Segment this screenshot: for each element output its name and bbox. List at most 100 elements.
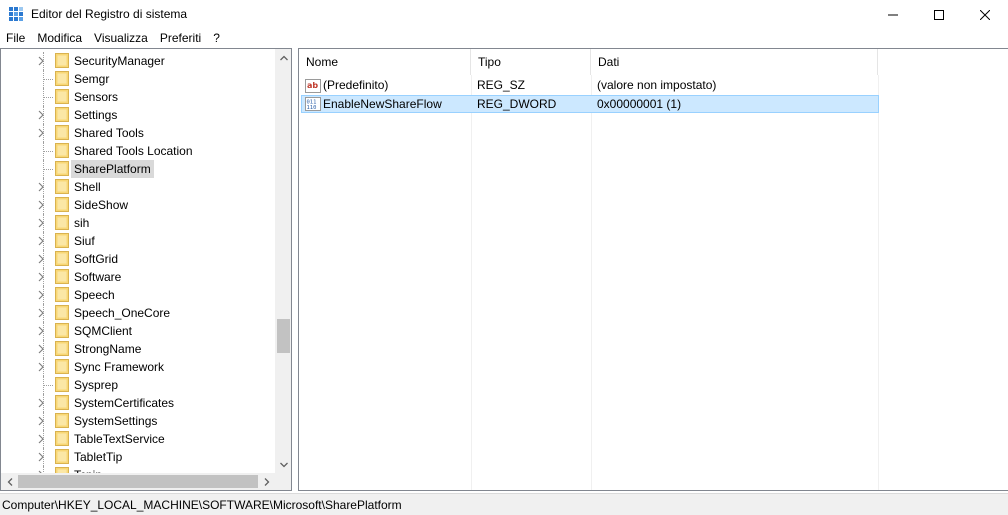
tree-item-label: SQMClient (74, 324, 133, 338)
chevron-right-icon[interactable] (37, 200, 45, 210)
folder-icon (55, 197, 69, 212)
folder-icon (55, 143, 69, 158)
menu-visualizza[interactable]: Visualizza (88, 29, 154, 48)
tree-item[interactable]: Shared Tools Location (1, 142, 275, 160)
maximize-icon (934, 9, 944, 20)
folder-icon (55, 341, 69, 356)
chevron-right-icon[interactable] (37, 452, 45, 462)
list-header: Nome Tipo Dati (299, 49, 1008, 75)
chevron-right-icon[interactable] (37, 56, 45, 66)
dword-value-icon: 011 110 (305, 97, 321, 111)
tree-item[interactable]: SQMClient (1, 322, 275, 340)
folder-icon (55, 269, 69, 284)
chevron-right-icon[interactable] (37, 110, 45, 120)
tree-connector-dash (44, 385, 53, 386)
chevron-right-icon[interactable] (37, 416, 45, 426)
tree-item-label: Shell (74, 180, 101, 194)
key-tree-pane[interactable]: SecurityManager Semgr Sensors Settings Share… (0, 48, 292, 491)
tree-item[interactable]: Siuf (1, 232, 275, 250)
folder-icon (55, 287, 69, 302)
tree-item[interactable]: StrongName (1, 340, 275, 358)
folder-icon (55, 179, 69, 194)
tree-connector-dash (44, 97, 53, 98)
menu-modifica[interactable]: Modifica (31, 29, 88, 48)
chevron-right-icon[interactable] (37, 218, 45, 228)
chevron-right-icon[interactable] (37, 398, 45, 408)
scroll-down-icon[interactable] (275, 456, 291, 473)
tree-vertical-scroll-thumb[interactable] (277, 319, 290, 353)
column-header-data[interactable]: Dati (591, 49, 878, 75)
scroll-up-icon[interactable] (275, 49, 291, 66)
close-button[interactable] (962, 0, 1008, 29)
tree-item-label: SystemCertificates (74, 396, 175, 410)
chevron-right-icon[interactable] (37, 308, 45, 318)
tree-item-label: Sensors (74, 90, 119, 104)
chevron-right-icon[interactable] (37, 290, 45, 300)
folder-icon (55, 395, 69, 410)
tree-item[interactable]: Software (1, 268, 275, 286)
tree-horizontal-scrollbar[interactable] (1, 473, 275, 490)
folder-icon (55, 449, 69, 464)
folder-icon (55, 413, 69, 428)
tree-item[interactable]: SystemCertificates (1, 394, 275, 412)
tree-item-label: SideShow (74, 198, 129, 212)
maximize-button[interactable] (916, 0, 962, 29)
folder-icon (55, 107, 69, 122)
tree-item[interactable]: Sync Framework (1, 358, 275, 376)
chevron-right-icon[interactable] (37, 236, 45, 246)
chevron-right-icon[interactable] (37, 128, 45, 138)
tree-item[interactable]: SharePlatform (1, 160, 275, 178)
tree-item[interactable]: sih (1, 214, 275, 232)
folder-icon (55, 431, 69, 446)
tree-item-label: TabletTip (74, 450, 123, 464)
menu-help[interactable]: ? (207, 29, 226, 48)
title-bar: Editor del Registro di sistema (0, 0, 1008, 29)
tree-item[interactable]: Settings (1, 106, 275, 124)
tree-item[interactable]: Speech_OneCore (1, 304, 275, 322)
column-header-name[interactable]: Nome (299, 49, 471, 75)
tree-horizontal-scroll-thumb[interactable] (18, 475, 258, 488)
chevron-right-icon[interactable] (37, 362, 45, 372)
tree-item-label: Siuf (74, 234, 95, 248)
menu-preferiti[interactable]: Preferiti (154, 29, 207, 48)
tree-item[interactable]: SystemSettings (1, 412, 275, 430)
folder-icon (55, 89, 69, 104)
folder-icon (55, 251, 69, 266)
chevron-right-icon[interactable] (37, 182, 45, 192)
tree-item-label: SharePlatform (71, 160, 154, 178)
tree-item[interactable]: SideShow (1, 196, 275, 214)
chevron-right-icon[interactable] (37, 272, 45, 282)
tree-item[interactable]: Shell (1, 178, 275, 196)
value-row-default[interactable]: ab (Predefinito) REG_SZ (valore non impo… (301, 77, 879, 95)
tree-item[interactable]: Shared Tools (1, 124, 275, 142)
scroll-left-icon[interactable] (1, 473, 18, 490)
tree-item[interactable]: Semgr (1, 70, 275, 88)
chevron-right-icon[interactable] (37, 254, 45, 264)
value-row-enablenewshareflow[interactable]: 011 110 EnableNewShareFlow REG_DWORD 0x0… (301, 95, 879, 113)
tree-item[interactable]: SecurityManager (1, 52, 275, 70)
status-bar: Computer\HKEY_LOCAL_MACHINE\SOFTWARE\Mic… (0, 493, 1008, 515)
folder-icon (55, 215, 69, 230)
chevron-right-icon[interactable] (37, 344, 45, 354)
values-list-pane[interactable]: Nome Tipo Dati ab (Predefinito) REG_SZ (… (298, 48, 1008, 491)
minimize-button[interactable] (870, 0, 916, 29)
chevron-right-icon[interactable] (37, 326, 45, 336)
scroll-right-icon[interactable] (258, 473, 275, 490)
tree-item[interactable]: TabletTip (1, 448, 275, 466)
tree-item[interactable]: SoftGrid (1, 250, 275, 268)
menu-file[interactable]: File (0, 29, 31, 48)
chevron-right-icon[interactable] (37, 434, 45, 444)
tree-item-label: SystemSettings (74, 414, 158, 428)
svg-text:110: 110 (307, 105, 317, 111)
tree-item[interactable]: TableTextService (1, 430, 275, 448)
tree-item[interactable]: Sensors (1, 88, 275, 106)
tree-item-label: Speech_OneCore (74, 306, 171, 320)
tree-item[interactable]: Sysprep (1, 376, 275, 394)
tree-item-label: Software (74, 270, 122, 284)
tree-item-label: TableTextService (74, 432, 165, 446)
tree-vertical-scrollbar[interactable] (275, 49, 291, 473)
tree-connector-dash (44, 151, 53, 152)
tree-item[interactable]: Speech (1, 286, 275, 304)
column-header-type[interactable]: Tipo (471, 49, 591, 75)
tree-connector-dash (44, 79, 53, 80)
